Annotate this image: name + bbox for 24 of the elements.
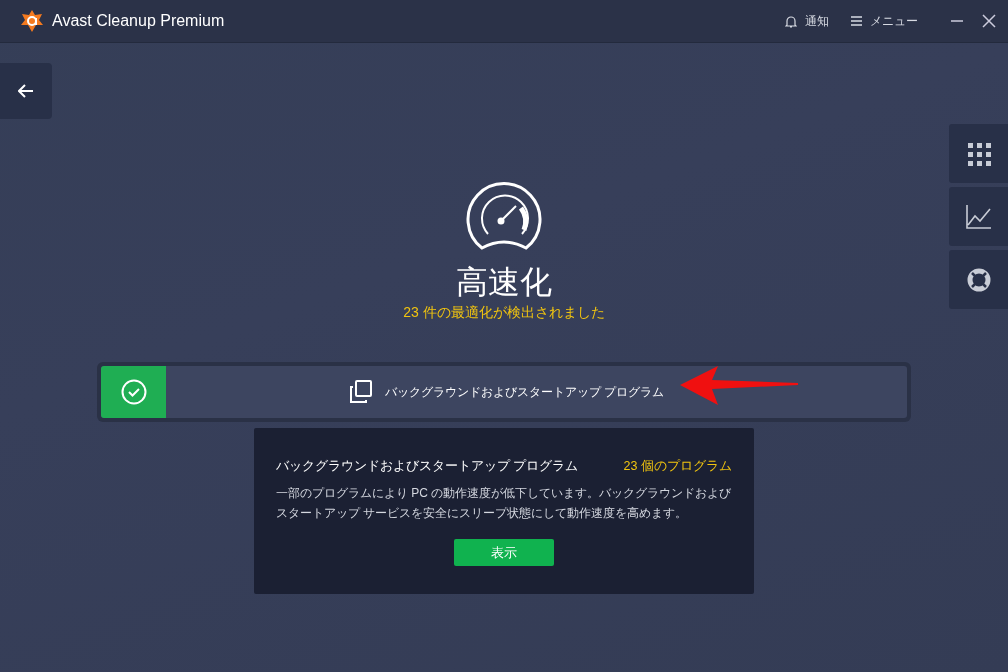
logo-icon — [20, 9, 44, 33]
window-title: Avast Cleanup Premium — [52, 12, 226, 30]
item-label: バックグラウンドおよびスタートアップ プログラム — [384, 383, 665, 401]
line-chart-icon — [965, 204, 992, 229]
close-icon — [982, 14, 996, 28]
optimization-item[interactable]: バックグラウンドおよびスタートアップ プログラム — [101, 366, 907, 418]
bell-icon — [785, 14, 797, 28]
menu-icon — [851, 16, 862, 26]
chart-button[interactable] — [949, 187, 1008, 246]
grid-icon — [966, 141, 991, 166]
help-button[interactable] — [949, 250, 1008, 309]
lifebuoy-icon — [966, 267, 991, 292]
program-count: 23 個のプログラム — [623, 458, 732, 475]
apps-grid-button[interactable] — [949, 124, 1008, 183]
popup-title: バックグラウンドおよびスタートアップ プログラム — [276, 458, 579, 475]
copy-icon — [348, 380, 373, 404]
back-button[interactable] — [0, 63, 52, 119]
subtitle-text: 23 件の最適化が検出されました — [403, 304, 605, 322]
close-button[interactable] — [982, 14, 996, 28]
header-action[interactable]: メニュー — [851, 12, 918, 30]
back-arrow-icon — [18, 84, 34, 98]
popup-description: 一部のプログラムにより PC の動作速度が低下しています。バックグラウンドおよびスタートアップ サービスを安全にスリープ状態にして動作速度を高めます。 — [276, 485, 732, 522]
page-heading: 高速化 — [456, 263, 552, 302]
header-action[interactable]: 通知 — [785, 12, 829, 30]
